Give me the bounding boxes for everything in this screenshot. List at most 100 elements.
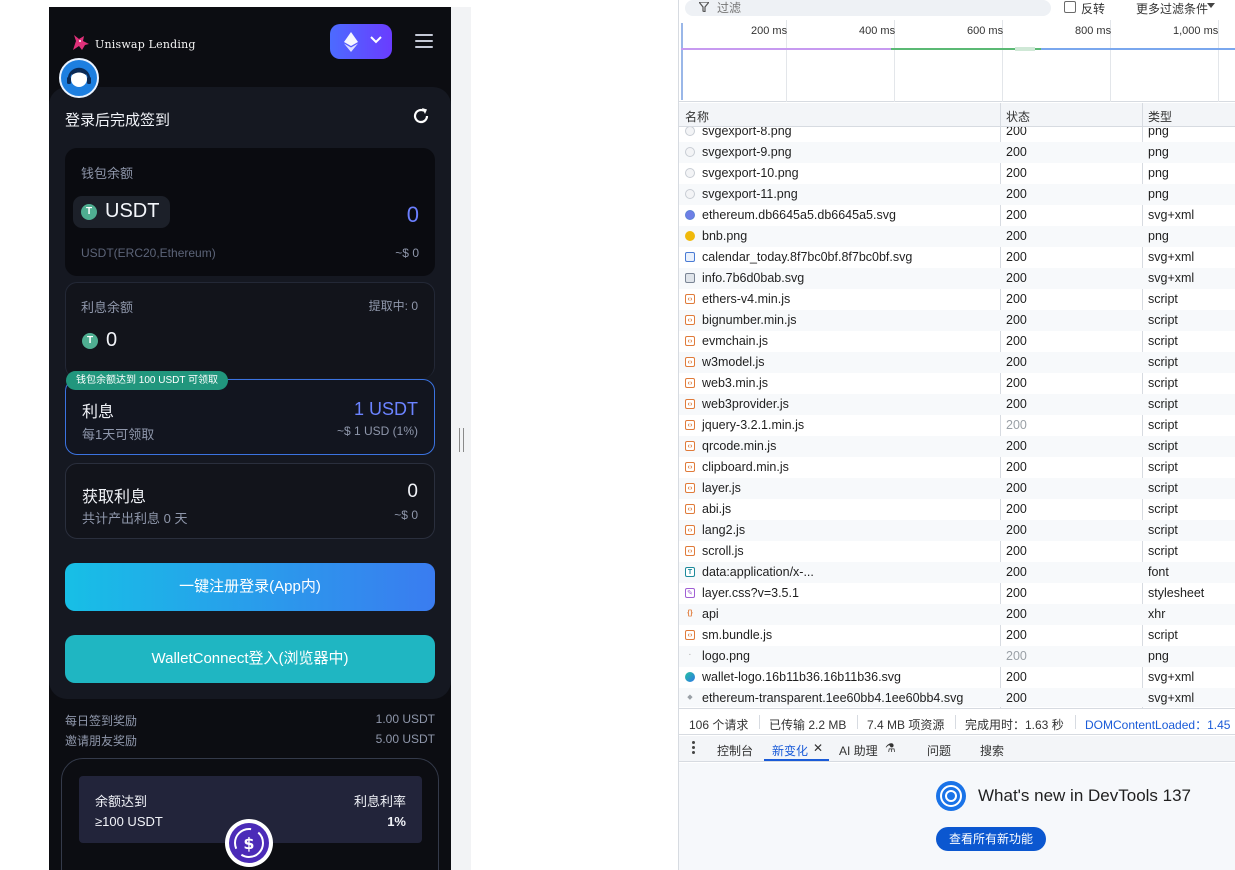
request-name: api: [702, 607, 719, 621]
request-row[interactable]: svgexport-10.png 200 png: [679, 163, 1235, 184]
request-type: script: [1148, 418, 1178, 432]
request-row[interactable]: ‹› web3provider.js 200 script: [679, 394, 1235, 415]
tab-issues[interactable]: 问题: [927, 742, 951, 759]
request-row[interactable]: ‹› w3model.js 200 script: [679, 352, 1235, 373]
script-file-icon: ‹›: [685, 546, 695, 556]
request-type: png: [1148, 187, 1169, 201]
request-row[interactable]: ‹› scroll.js 200 script: [679, 541, 1235, 562]
filter-input[interactable]: [717, 0, 1037, 16]
interest-rate-table: 余额达到 利息利率 ≥100 USDT 1% $: [61, 758, 439, 870]
timeline-tick-label: 800 ms: [1075, 25, 1112, 37]
script-file-icon: ‹›: [685, 441, 695, 451]
network-filter-bar: 反转 更多过滤条件: [679, 0, 1235, 18]
column-header-name[interactable]: 名称: [685, 108, 709, 125]
request-row[interactable]: · logo.png 200 png: [679, 646, 1235, 667]
request-name: logo.png: [702, 649, 750, 663]
network-selector-button[interactable]: [330, 24, 392, 59]
request-type: font: [1148, 565, 1169, 579]
request-status: 200: [1006, 691, 1027, 705]
request-row[interactable]: ‹› evmchain.js 200 script: [679, 331, 1235, 352]
request-row[interactable]: ‹› web3.min.js 200 script: [679, 373, 1235, 394]
script-file-icon: ‹›: [685, 483, 695, 493]
summary-divider: [955, 715, 956, 729]
daily-signin-reward-row: 每日签到奖励 1.00 USDT: [65, 712, 435, 729]
refresh-icon[interactable]: [411, 106, 431, 126]
more-options-icon[interactable]: [692, 741, 696, 755]
request-row[interactable]: svgexport-9.png 200 png: [679, 142, 1235, 163]
request-type: script: [1148, 523, 1178, 537]
timeline-tick-label: 400 ms: [859, 25, 896, 37]
screenshot-root: Uniswap Lending 登录后完成签到 钱包余额 T USDT 0 US…: [0, 0, 1235, 870]
request-row[interactable]: ‹› bignumber.min.js 200 script: [679, 310, 1235, 331]
request-row[interactable]: ‹› lang2.js 200 script: [679, 520, 1235, 541]
request-name: layer.css?v=3.5.1: [702, 586, 799, 600]
img-file-icon: [685, 168, 695, 178]
request-row[interactable]: ‹› qrcode.min.js 200 script: [679, 436, 1235, 457]
xhr-file-icon: {}: [687, 610, 693, 617]
column-header-type[interactable]: 类型: [1148, 108, 1172, 125]
request-row[interactable]: ◆ ethereum-transparent.1ee60bb4.1ee60bb4.…: [679, 688, 1235, 707]
walletconnect-login-button[interactable]: WalletConnect登入(浏览器中): [65, 635, 435, 683]
request-row[interactable]: bnb.png 200 png: [679, 226, 1235, 247]
see-all-features-button[interactable]: 查看所有新功能: [936, 827, 1046, 851]
wallet-balance-label: 钱包余额: [81, 166, 134, 181]
svg-text:$: $: [243, 834, 254, 853]
network-timeline-overview[interactable]: 200 ms 400 ms 600 ms 800 ms 1,000 ms: [679, 20, 1235, 102]
summary-dom-content-loaded: DOMContentLoaded：1.45: [1085, 718, 1231, 732]
tab-ai-assistant[interactable]: AI 助理: [839, 742, 878, 759]
request-status: 200: [1006, 628, 1027, 642]
hamburger-menu-icon[interactable]: [415, 34, 433, 48]
invert-checkbox[interactable]: [1064, 1, 1076, 13]
request-row[interactable]: info.7b6d0bab.svg 200 svg+xml: [679, 268, 1235, 289]
css-file-icon: ✎: [685, 588, 695, 598]
customer-support-icon[interactable]: [59, 58, 99, 98]
font-file-icon: T: [685, 567, 695, 577]
request-row[interactable]: ‹› abi.js 200 script: [679, 499, 1235, 520]
column-header-status[interactable]: 状态: [1006, 108, 1030, 125]
request-name: qrcode.min.js: [702, 439, 777, 453]
request-row[interactable]: ‹› sm.bundle.js 200 script: [679, 625, 1235, 646]
request-row[interactable]: ‹› jquery-3.2.1.min.js 200 script: [679, 415, 1235, 436]
more-filters-dropdown[interactable]: 更多过滤条件: [1136, 0, 1208, 17]
tab-whats-new[interactable]: 新变化: [772, 742, 808, 759]
request-name: web3provider.js: [702, 397, 789, 411]
request-status: 200: [1006, 439, 1027, 453]
tab-console[interactable]: 控制台: [717, 742, 753, 759]
request-row[interactable]: ethereum.db6645a5.db6645a5.svg 200 svg+xml: [679, 205, 1235, 226]
request-row[interactable]: ‹› ethers-v4.min.js 200 script: [679, 289, 1235, 310]
request-name: bnb.png: [702, 229, 748, 243]
request-row[interactable]: calendar_today.8f7bc0bf.8f7bc0bf.svg 200 s…: [679, 247, 1235, 268]
request-status: 200: [1006, 376, 1027, 390]
request-status: 200: [1006, 250, 1027, 264]
request-row[interactable]: svgexport-8.png 200 png: [679, 127, 1235, 142]
request-row[interactable]: {} api 200 xhr: [679, 604, 1235, 625]
filter-field[interactable]: [685, 0, 1051, 16]
request-type: script: [1148, 460, 1178, 474]
drawer-tab-bar: 控制台 新变化 ✕ AI 助理 ⚗ 问题 搜索: [679, 736, 1235, 762]
request-row[interactable]: ‹› layer.js 200 script: [679, 478, 1235, 499]
request-row[interactable]: svgexport-11.png 200 png: [679, 184, 1235, 205]
request-row[interactable]: Tdata:application/x-... 200 font: [679, 562, 1235, 583]
request-type: script: [1148, 334, 1178, 348]
one-click-register-button[interactable]: 一键注册登录(App内): [65, 563, 435, 611]
close-icon[interactable]: ✕: [813, 741, 823, 755]
coin-selector[interactable]: T USDT: [73, 196, 170, 228]
coin-name: USDT: [105, 200, 160, 222]
interest-reward-card[interactable]: 钱包余额达到 100 USDT 可领取 利息 每1天可领取 1 USDT ~$ …: [65, 371, 435, 455]
requests-table-header: 名称 状态 类型: [679, 103, 1235, 127]
earned-interest-amount: 0: [407, 481, 418, 502]
img-file-icon: [685, 189, 695, 199]
request-name: svgexport-11.png: [702, 187, 798, 201]
flask-icon: ⚗: [885, 741, 896, 755]
interest-balance-value: 0: [106, 329, 118, 351]
tab-search[interactable]: 搜索: [980, 742, 1004, 759]
request-row[interactable]: ✎ layer.css?v=3.5.1 200 stylesheet: [679, 583, 1235, 604]
request-type: svg+xml: [1148, 250, 1195, 264]
request-type: svg+xml: [1148, 208, 1195, 222]
request-status: 200: [1006, 127, 1027, 138]
resize-handle[interactable]: [459, 428, 464, 452]
request-type: script: [1148, 481, 1178, 495]
request-row[interactable]: wallet-logo.16b11b36.16b11b36.svg 200 svg+…: [679, 667, 1235, 688]
request-row[interactable]: ‹› clipboard.min.js 200 script: [679, 457, 1235, 478]
script-file-icon: ‹›: [685, 630, 695, 640]
